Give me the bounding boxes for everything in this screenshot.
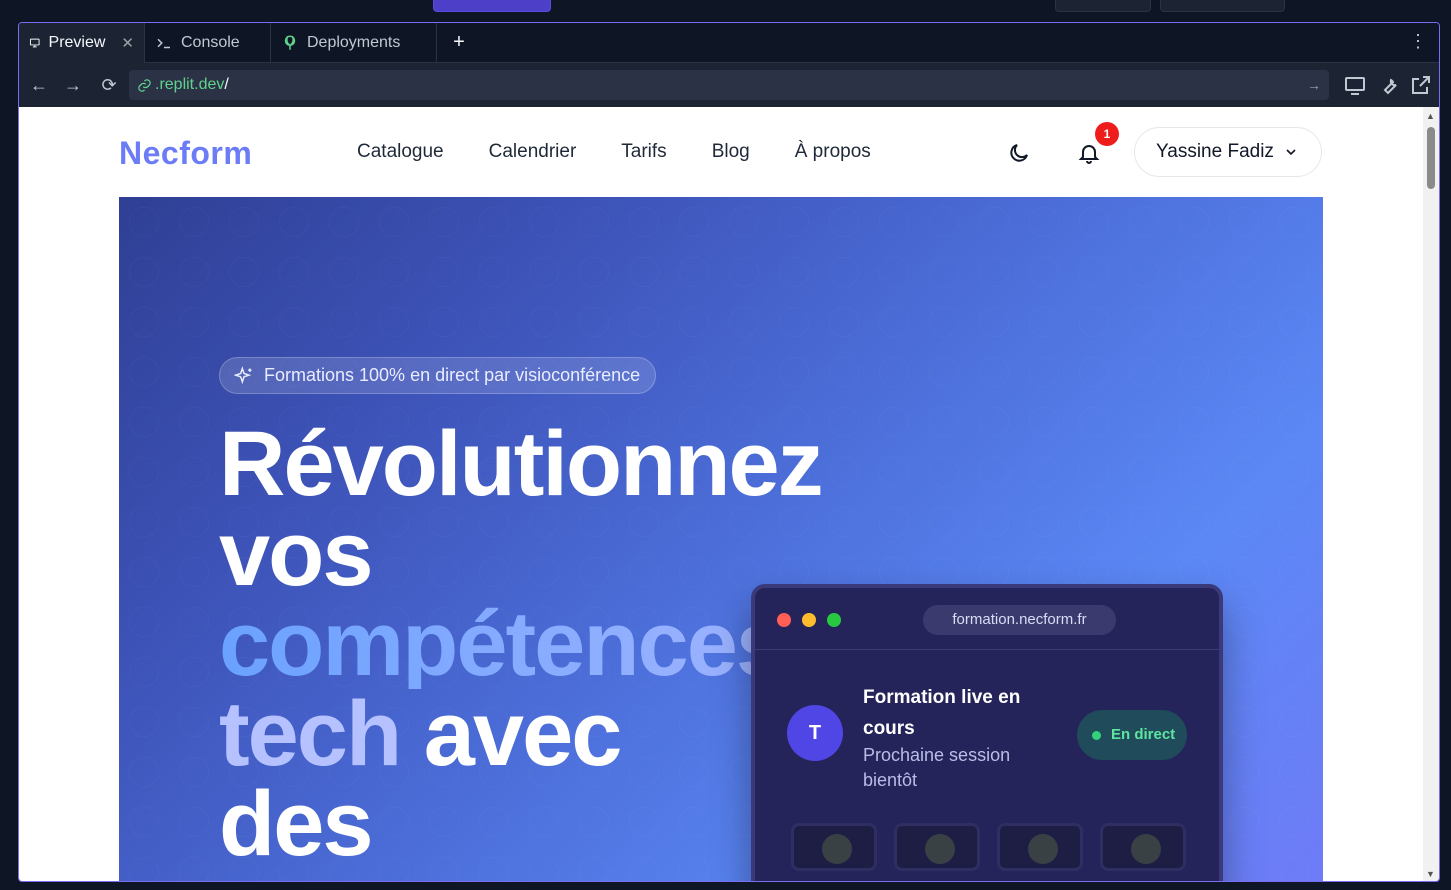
address-input[interactable]: .replit.dev / → xyxy=(129,70,1329,100)
hero-chip: Formations 100% en direct par visioconfé… xyxy=(219,357,657,394)
top-strip-pill[interactable] xyxy=(1055,0,1151,12)
user-name: Yassine Fadiz xyxy=(1156,141,1274,162)
session-subtitle: Prochaine session bientôt xyxy=(863,745,1011,790)
menu-item-catalogue[interactable]: Catalogue xyxy=(357,141,444,163)
participant-avatar xyxy=(1131,834,1161,864)
headline-word-tech: tech xyxy=(219,683,402,785)
menu-item-blog[interactable]: Blog xyxy=(712,141,750,163)
ide-pane: Preview ✕ Console Deployments + ⋮ ← → ⟳ … xyxy=(18,22,1440,882)
user-menu-button[interactable]: Yassine Fadiz xyxy=(1134,127,1322,177)
window-dot-green xyxy=(827,613,841,627)
go-arrow-icon[interactable]: → xyxy=(1307,77,1321,93)
top-strip-pill[interactable] xyxy=(1160,0,1285,12)
deploy-icon xyxy=(284,35,296,50)
reload-icon[interactable]: ⟳ xyxy=(97,73,121,97)
chevron-down-icon xyxy=(1286,149,1296,156)
scrollbar-thumb[interactable] xyxy=(1427,127,1435,189)
live-session-mockup: formation.necform.fr T Formation live en… xyxy=(751,584,1223,881)
live-label: En direct xyxy=(1111,726,1176,743)
sparkles-icon xyxy=(234,365,252,384)
participant-avatar xyxy=(1028,834,1058,864)
hero-section: Formations 100% en direct par visioconfé… xyxy=(119,197,1323,881)
add-tab-button[interactable]: + xyxy=(447,31,471,55)
live-dot-icon xyxy=(1092,731,1101,740)
main-menu: Catalogue Calendrier Tarifs Blog À propo… xyxy=(357,141,871,163)
external-link-icon[interactable] xyxy=(1409,73,1433,97)
window-dot-yellow xyxy=(802,613,816,627)
participant-avatar xyxy=(822,834,852,864)
site-navbar: Necform Catalogue Calendrier Tarifs Blog… xyxy=(19,107,1425,197)
back-icon[interactable]: ← xyxy=(27,73,51,97)
tab-label: Deployments xyxy=(307,34,401,51)
url-path: / xyxy=(224,76,229,93)
link-icon xyxy=(138,78,151,92)
url-host: .replit.dev xyxy=(155,76,225,93)
participant-tile xyxy=(894,823,980,871)
tab-preview[interactable]: Preview ✕ xyxy=(19,23,145,63)
top-strip xyxy=(0,0,1451,22)
tab-label: Console xyxy=(181,34,240,51)
monitor-icon xyxy=(29,38,40,48)
avatar: T xyxy=(787,705,843,761)
headline-word-avec: avec xyxy=(400,683,623,785)
moon-icon[interactable] xyxy=(1007,141,1031,165)
live-status-badge: En direct xyxy=(1077,710,1187,760)
close-icon[interactable]: ✕ xyxy=(121,34,134,52)
forward-icon[interactable]: → xyxy=(61,73,85,97)
devices-icon[interactable] xyxy=(1343,73,1367,97)
notification-badge: 1 xyxy=(1095,122,1119,146)
hero-chip-label: Formations 100% en direct par visioconfé… xyxy=(264,365,641,385)
tab-label: Preview xyxy=(48,34,106,51)
url-bar: ← → ⟳ .replit.dev / → xyxy=(19,63,1439,107)
wrench-icon[interactable] xyxy=(1377,73,1401,97)
bell-icon[interactable] xyxy=(1077,141,1101,165)
terminal-icon xyxy=(157,38,170,49)
mockup-titlebar: formation.necform.fr xyxy=(755,588,1219,650)
session-title: Formation live en cours xyxy=(863,687,1021,739)
tab-console[interactable]: Console xyxy=(145,23,271,63)
top-strip-pill[interactable] xyxy=(433,0,551,12)
scroll-down-icon[interactable]: ▼ xyxy=(1426,869,1435,879)
menu-item-calendrier[interactable]: Calendrier xyxy=(489,141,577,163)
mockup-url: formation.necform.fr xyxy=(923,605,1116,635)
tab-bar: Preview ✕ Console Deployments + ⋮ xyxy=(19,23,1439,63)
menu-item-a-propos[interactable]: À propos xyxy=(795,141,871,163)
more-options-icon[interactable]: ⋮ xyxy=(1409,31,1427,52)
participant-tile xyxy=(997,823,1083,871)
scrollbar[interactable]: ▲ ▼ xyxy=(1423,107,1439,881)
tab-deployments[interactable]: Deployments xyxy=(271,23,437,63)
window-dot-red xyxy=(777,613,791,627)
participant-tile xyxy=(1100,823,1186,871)
headline-line: Révolutionnez xyxy=(219,413,824,515)
site-logo[interactable]: Necform xyxy=(119,135,252,172)
participant-tile xyxy=(791,823,877,871)
participant-avatar xyxy=(925,834,955,864)
preview-viewport: Necform Catalogue Calendrier Tarifs Blog… xyxy=(19,107,1425,881)
scroll-up-icon[interactable]: ▲ xyxy=(1426,111,1435,121)
menu-item-tarifs[interactable]: Tarifs xyxy=(621,141,666,163)
